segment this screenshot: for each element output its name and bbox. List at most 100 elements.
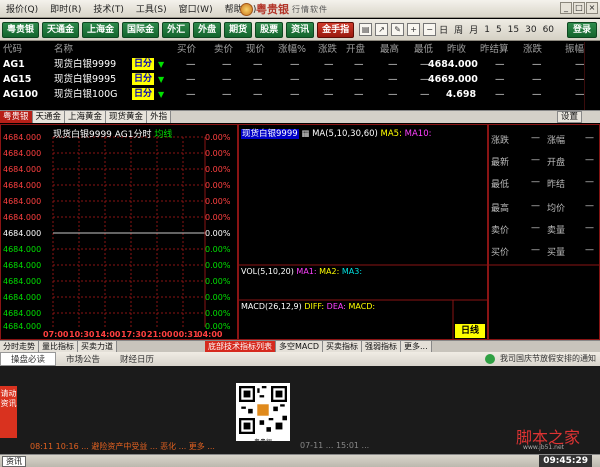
period-day[interactable]: 日 bbox=[436, 23, 451, 36]
pen-icon[interactable]: ✎ bbox=[391, 23, 405, 36]
column-divider bbox=[584, 42, 585, 110]
table-row[interactable]: AG1 现货白银9999 日分 ▼ — — — — — — — — 4684.0… bbox=[0, 57, 600, 72]
chart-icon[interactable]: ▤ bbox=[359, 23, 373, 36]
toolbar-btn-yueguiyin[interactable]: 粤贵银 bbox=[2, 21, 40, 38]
col-prev-settle[interactable]: 昨结算 bbox=[480, 42, 509, 57]
tab-tiantongjin[interactable]: 天通金 bbox=[32, 111, 66, 123]
period-5[interactable]: 5 bbox=[493, 25, 505, 35]
zoom-in-icon[interactable]: + bbox=[407, 23, 421, 36]
brand-subtitle: 行情软件 bbox=[292, 4, 328, 14]
news-ticker-right[interactable]: 07-11 ... 15:01 ... bbox=[300, 441, 369, 450]
detail-divider bbox=[489, 264, 599, 266]
down-arrow-icon: ▼ bbox=[158, 75, 165, 84]
col-change-pct[interactable]: 涨幅% bbox=[278, 42, 306, 57]
table-row[interactable]: AG15 现货白银9995 日分 ▼ — — — — — — — — 4669.… bbox=[0, 72, 600, 87]
toolbar-btn-gupiao[interactable]: 股票 bbox=[255, 21, 284, 38]
toolbar-btn-guojijin[interactable]: 国际金 bbox=[122, 21, 160, 38]
menu-realtime[interactable]: 即时(R) bbox=[44, 2, 87, 15]
settings-button[interactable]: 设置 bbox=[556, 111, 582, 123]
col-ask[interactable]: 卖价 bbox=[214, 42, 233, 57]
quote-table: 代码 名称 买价 卖价 现价 涨幅% 涨跌 开盘 最高 最低 昨收 昨结算 涨跌… bbox=[0, 42, 600, 110]
row-tag[interactable]: 日分 bbox=[132, 73, 155, 85]
x-axis-label: 21:00 bbox=[147, 330, 173, 339]
intraday-chart[interactable]: 现货白银9999 AG1分时 均线 4684.000 4684.000 4684… bbox=[0, 124, 238, 340]
row-code: AG100 bbox=[3, 89, 38, 100]
col-change-2[interactable]: 涨跌 bbox=[523, 42, 542, 57]
trend-icon[interactable]: ↗ bbox=[375, 23, 389, 36]
col-name[interactable]: 名称 bbox=[54, 42, 73, 57]
kline-name: 现货白银9999 bbox=[241, 129, 299, 139]
detail-panel: 涨跌 — 涨幅 — 最新 — 开盘 — 最低 — 昨结 — 最高 — 均价 — … bbox=[488, 124, 600, 340]
toolbar-btn-qihuo[interactable]: 期货 bbox=[224, 21, 253, 38]
kline-ma10: MA10: bbox=[404, 129, 432, 139]
minimize-icon[interactable]: _ bbox=[560, 2, 572, 14]
col-change[interactable]: 涨跌 bbox=[318, 42, 337, 57]
news-tab-announcements[interactable]: 市场公告 bbox=[56, 353, 110, 365]
period-week[interactable]: 周 bbox=[451, 23, 466, 36]
menu-tech[interactable]: 技术(T) bbox=[87, 2, 130, 15]
close-icon[interactable]: × bbox=[586, 2, 598, 14]
x-axis-label: 14:00 bbox=[95, 330, 121, 339]
daily-period-button[interactable]: 日线 bbox=[455, 324, 485, 338]
macd-value: MACD: bbox=[348, 302, 376, 311]
menu-tools[interactable]: 工具(S) bbox=[130, 2, 173, 15]
col-code[interactable]: 代码 bbox=[3, 42, 22, 57]
toolbar-btn-waipan[interactable]: 外盘 bbox=[193, 21, 222, 38]
zoom-out-icon[interactable]: − bbox=[423, 23, 437, 36]
col-bid[interactable]: 买价 bbox=[177, 42, 196, 57]
toolbar-btn-zixun[interactable]: 资讯 bbox=[286, 21, 315, 38]
period-60[interactable]: 60 bbox=[540, 25, 557, 35]
news-button[interactable]: 资讯 bbox=[2, 456, 26, 467]
tab-indicator-list[interactable]: 底部技术指标列表 bbox=[205, 341, 276, 352]
tab-buy-sell-power[interactable]: 买卖力道 bbox=[78, 341, 117, 352]
col-last[interactable]: 现价 bbox=[246, 42, 265, 57]
menu-window[interactable]: 窗口(W) bbox=[173, 2, 219, 15]
col-prev-close[interactable]: 昨收 bbox=[447, 42, 466, 57]
col-open[interactable]: 开盘 bbox=[346, 42, 365, 57]
toolbar-btn-shanghaijin[interactable]: 上海金 bbox=[82, 21, 120, 38]
tab-volume-ratio[interactable]: 量比指标 bbox=[39, 341, 78, 352]
maximize-icon[interactable]: □ bbox=[573, 2, 585, 14]
period-month[interactable]: 月 bbox=[466, 23, 481, 36]
row-tag[interactable]: 日分 bbox=[132, 88, 155, 100]
period-15[interactable]: 15 bbox=[505, 25, 522, 35]
tab-strength-indicator[interactable]: 强弱指标 bbox=[361, 341, 401, 352]
tab-buy-sell-indicator[interactable]: 买卖指标 bbox=[322, 341, 362, 352]
row-code: AG15 bbox=[3, 74, 32, 85]
row-change-2: — bbox=[532, 74, 542, 85]
news-tab-calendar[interactable]: 财经日历 bbox=[110, 353, 164, 365]
macd-label: MACD(26,12,9) bbox=[241, 302, 302, 311]
toolbar-btn-tiantongjin[interactable]: 天通金 bbox=[42, 21, 80, 38]
login-button[interactable]: 登录 bbox=[566, 22, 597, 38]
col-high[interactable]: 最高 bbox=[380, 42, 399, 57]
period-30[interactable]: 30 bbox=[522, 25, 539, 35]
y-axis-label: 4684.000 bbox=[3, 293, 42, 302]
news-ticker[interactable]: 08:11 10:16 ... 避险资产中受益 ... 恶化 ... 更多 ..… bbox=[30, 441, 215, 452]
tab-more[interactable]: 更多... bbox=[400, 341, 432, 352]
y-axis-label: 4684.000 bbox=[3, 322, 42, 331]
table-row[interactable]: AG100 现货白银100G 日分 ▼ — — — — — — — — 4.69… bbox=[0, 87, 600, 102]
kline-chart[interactable]: 现货白银9999 ▦ MA(5,10,30,60) MA5: MA10: VOL… bbox=[238, 124, 488, 340]
drawing-tools: ▤ ↗ ✎ + − bbox=[359, 23, 437, 36]
row-high: — bbox=[388, 59, 398, 70]
period-1[interactable]: 1 bbox=[481, 25, 493, 35]
col-amplitude[interactable]: 振幅 bbox=[565, 42, 584, 57]
news-tab-must-read[interactable]: 操盘必读 bbox=[0, 352, 57, 366]
toolbar-btn-jinshouzhi[interactable]: 金手指 bbox=[317, 21, 355, 38]
down-arrow-icon: ▼ bbox=[158, 90, 165, 99]
tab-shanghai-gold[interactable]: 上海黄金 bbox=[65, 111, 107, 123]
side-ad-banner[interactable]: 请动资讯 bbox=[0, 386, 17, 438]
row-prev-settle: — bbox=[495, 74, 505, 85]
tab-macd[interactable]: 多空MACD bbox=[276, 341, 323, 352]
col-low[interactable]: 最低 bbox=[414, 42, 433, 57]
tab-foreign-index[interactable]: 外指 bbox=[147, 111, 172, 123]
x-axis-label: 07:00 bbox=[43, 330, 69, 339]
toolbar-btn-waihui[interactable]: 外汇 bbox=[162, 21, 191, 38]
menu-quote[interactable]: 报价(Q) bbox=[0, 2, 44, 15]
tab-intraday-trend[interactable]: 分时走势 bbox=[0, 341, 39, 352]
tab-spot-gold[interactable]: 现货黄金 bbox=[106, 111, 148, 123]
row-tag[interactable]: 日分 bbox=[132, 58, 155, 70]
tab-yueguiyin[interactable]: 粤贵银 bbox=[0, 111, 33, 123]
news-tabs: 操盘必读 市场公告 财经日历 我司国庆节放假安排的通知 bbox=[0, 352, 600, 366]
news-marquee[interactable]: 我司国庆节放假安排的通知 bbox=[485, 353, 596, 364]
